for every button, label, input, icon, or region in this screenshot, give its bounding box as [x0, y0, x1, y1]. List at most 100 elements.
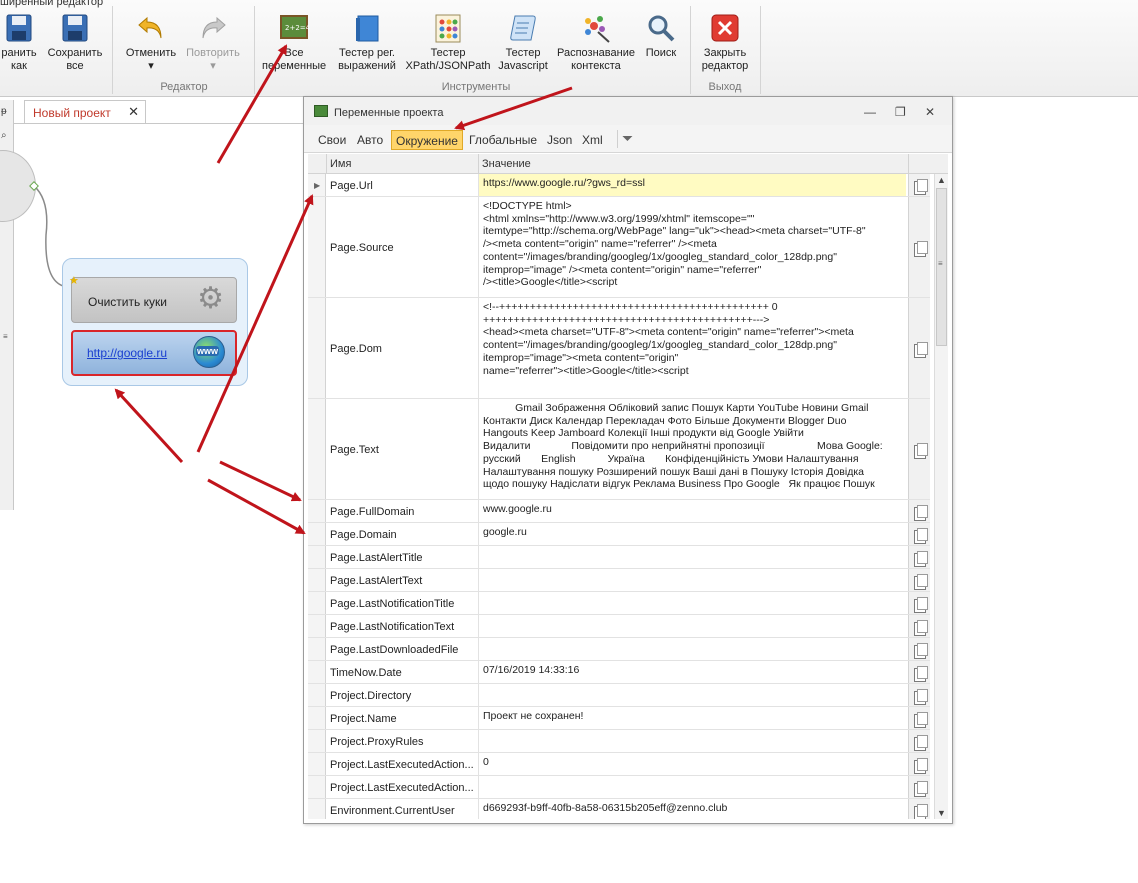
url-link[interactable]: http://google.ru	[87, 346, 167, 360]
row-selector[interactable]	[308, 684, 326, 706]
table-row[interactable]: Page.FullDomain www.google.ru	[308, 500, 930, 523]
row-selector[interactable]	[308, 753, 326, 775]
row-selector[interactable]	[308, 638, 326, 660]
row-selector[interactable]	[308, 197, 326, 297]
table-row[interactable]: Page.Source <!DOCTYPE html> <html xmlns="…	[308, 197, 930, 298]
row-selector[interactable]	[308, 569, 326, 591]
close-icon[interactable]: ✕	[128, 104, 139, 120]
column-name-header[interactable]: Имя	[330, 158, 351, 170]
variable-value[interactable]: google.ru	[478, 523, 906, 545]
table-row[interactable]: Page.LastAlertText	[308, 569, 930, 592]
copy-value-button[interactable]	[908, 638, 930, 660]
row-selector[interactable]: ▶	[308, 174, 326, 196]
variable-value[interactable]: d669293f-b9ff-40fb-8a58-06315b205eff@zen…	[478, 799, 906, 819]
variable-value[interactable]	[478, 592, 906, 614]
table-row[interactable]: Project.LastExecutedAction...	[308, 776, 930, 799]
copy-value-button[interactable]	[908, 399, 930, 499]
variable-value[interactable]: www.google.ru	[478, 500, 906, 522]
xpath-tester-button[interactable]: Тестер XPath/JSONPath	[404, 12, 492, 73]
table-row[interactable]: Page.LastDownloadedFile	[308, 638, 930, 661]
javascript-tester-button[interactable]: Тестер Javascript	[494, 12, 552, 73]
column-value-header[interactable]: Значение	[482, 158, 531, 170]
copy-value-button[interactable]	[908, 661, 930, 683]
tab-environment[interactable]: Окружение	[391, 130, 463, 150]
copy-value-button[interactable]	[908, 707, 930, 729]
row-selector[interactable]	[308, 661, 326, 683]
variable-value[interactable]	[478, 684, 906, 706]
table-row[interactable]: Project.LastExecutedAction... 0	[308, 753, 930, 776]
copy-value-button[interactable]	[908, 298, 930, 398]
vertical-scrollbar[interactable]: ▲ ≡ ▼	[934, 174, 948, 819]
row-selector[interactable]	[308, 500, 326, 522]
regex-tester-button[interactable]: Тестер рег. выражений	[332, 12, 402, 73]
copy-value-button[interactable]	[908, 776, 930, 798]
tab-json[interactable]: Json	[543, 130, 576, 150]
copy-value-button[interactable]	[908, 684, 930, 706]
row-selector[interactable]	[308, 592, 326, 614]
copy-value-button[interactable]	[908, 197, 930, 297]
table-row[interactable]: TimeNow.Date 07/16/2019 14:33:16	[308, 661, 930, 684]
copy-value-button[interactable]	[908, 569, 930, 591]
copy-value-button[interactable]	[908, 730, 930, 752]
undo-button[interactable]: Отменить ▾	[122, 12, 180, 73]
copy-value-button[interactable]	[908, 799, 930, 819]
navigate-url-action[interactable]: http://google.ru www	[71, 330, 237, 376]
table-row[interactable]: Page.Dom <!--++++++++++++++++++++++++++++…	[308, 298, 930, 399]
variable-value[interactable]	[478, 730, 906, 752]
row-selector[interactable]	[308, 776, 326, 798]
tab-auto[interactable]: Авто	[353, 130, 387, 150]
redo-button[interactable]: Повторить ▾	[184, 12, 242, 73]
row-selector[interactable]	[308, 730, 326, 752]
table-row[interactable]: Page.Domain google.ru	[308, 523, 930, 546]
scroll-down-icon[interactable]: ▼	[937, 808, 946, 818]
copy-value-button[interactable]	[908, 592, 930, 614]
row-selector[interactable]	[308, 799, 326, 819]
table-row[interactable]: Project.ProxyRules	[308, 730, 930, 753]
copy-value-button[interactable]	[908, 753, 930, 775]
copy-value-button[interactable]	[908, 546, 930, 568]
variable-value[interactable]	[478, 638, 906, 660]
variable-value[interactable]: 0	[478, 753, 906, 775]
variable-value[interactable]: Gmail Зображення Обліковий запис Пошук К…	[478, 399, 906, 499]
tab-own[interactable]: Свои	[314, 130, 350, 150]
variable-value[interactable]: <!--++++++++++++++++++++++++++++++++++++…	[478, 298, 906, 398]
row-selector[interactable]	[308, 298, 326, 398]
variable-value[interactable]	[478, 546, 906, 568]
window-titlebar[interactable]: Переменные проекта ― ❐ ✕	[304, 97, 952, 125]
row-selector[interactable]	[308, 707, 326, 729]
all-variables-button[interactable]: 2+2=4 Все переменные	[262, 12, 326, 73]
variable-value[interactable]	[478, 615, 906, 637]
variable-value[interactable]: <!DOCTYPE html> <html xmlns="http://www.…	[478, 197, 906, 297]
minimize-icon[interactable]: ―	[864, 105, 876, 119]
variable-value[interactable]	[478, 569, 906, 591]
row-selector[interactable]	[308, 399, 326, 499]
row-selector[interactable]	[308, 615, 326, 637]
close-editor-button[interactable]: Закрыть редактор	[696, 12, 754, 73]
close-icon[interactable]: ✕	[925, 105, 935, 119]
table-row[interactable]: Page.Text Gmail Зображення Обліковий зап…	[308, 399, 930, 500]
tab-global[interactable]: Глобальные	[465, 130, 541, 150]
row-selector[interactable]	[308, 546, 326, 568]
restore-icon[interactable]: ❐	[895, 105, 906, 119]
grip-icon[interactable]: ≡	[3, 332, 8, 341]
copy-value-button[interactable]	[908, 523, 930, 545]
context-recognition-button[interactable]: Распознавание контекста	[554, 12, 638, 73]
row-selector[interactable]	[308, 523, 326, 545]
copy-value-button[interactable]	[908, 174, 930, 196]
clear-cookies-action[interactable]: ★ Очистить куки ⚙	[69, 275, 237, 323]
table-row[interactable]: Page.LastNotificationText	[308, 615, 930, 638]
scrollbar-thumb[interactable]: ≡	[936, 188, 947, 346]
copy-value-button[interactable]	[908, 615, 930, 637]
tab-xml[interactable]: Xml	[578, 130, 607, 150]
table-row[interactable]: Page.LastAlertTitle	[308, 546, 930, 569]
table-row[interactable]: Project.Name Проект не сохранен!	[308, 707, 930, 730]
table-row[interactable]: ▶ Page.Url https://www.google.ru/?gws_rd=s…	[308, 174, 930, 197]
search-button[interactable]: Поиск	[640, 12, 682, 60]
variable-value[interactable]: Проект не сохранен!	[478, 707, 906, 729]
variable-value[interactable]: https://www.google.ru/?gws_rd=ssl	[478, 174, 906, 196]
table-row[interactable]: Environment.CurrentUser d669293f-b9ff-40f…	[308, 799, 930, 819]
scroll-up-icon[interactable]: ▲	[937, 175, 946, 185]
filter-icon[interactable]: ⏷	[622, 130, 633, 147]
variable-value[interactable]: 07/16/2019 14:33:16	[478, 661, 906, 683]
table-row[interactable]: Project.Directory	[308, 684, 930, 707]
